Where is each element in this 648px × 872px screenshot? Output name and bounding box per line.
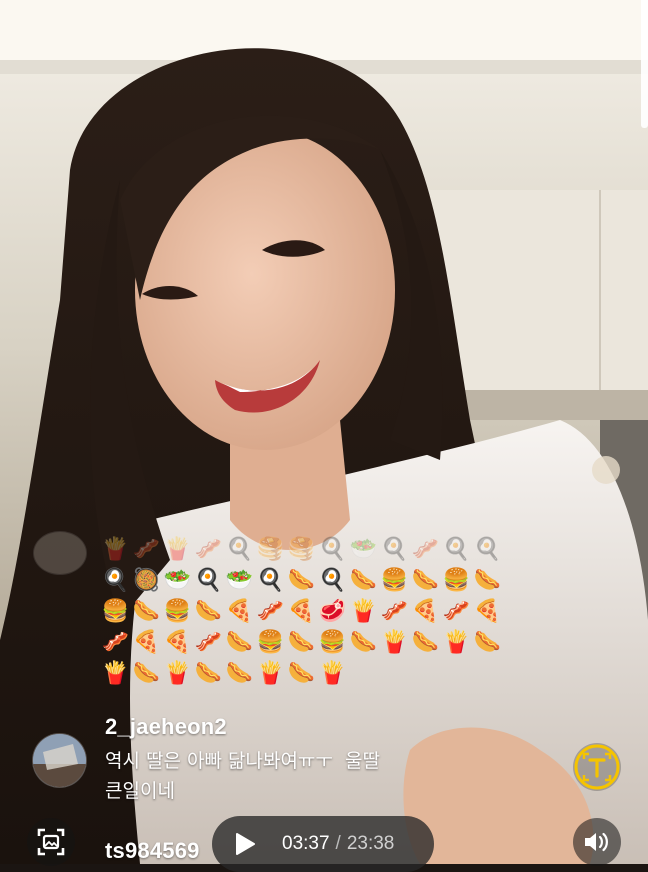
- reaction-emoji: 🌭: [349, 567, 378, 593]
- emoji-row: 🍳 🥘 🥗 🍳 🥗 🍳 🌭 🍳 🌭 🍔 🌭 🍔 🌭: [100, 565, 520, 596]
- reaction-emoji: 🥞: [256, 536, 285, 562]
- text-translate-icon: [574, 744, 620, 790]
- reaction-emoji: 🥗: [349, 536, 378, 562]
- reaction-emoji: 🍳: [225, 536, 254, 562]
- reaction-emoji: 🥞: [287, 536, 316, 562]
- reaction-emoji: 🌭: [225, 629, 254, 655]
- reaction-emoji: 🥓: [442, 598, 471, 624]
- reaction-emoji: 🍟: [101, 660, 130, 686]
- reaction-emoji: 🥗: [163, 567, 192, 593]
- time-separator: /: [335, 833, 341, 854]
- avatar[interactable]: [34, 532, 86, 574]
- speaker-icon: [585, 832, 608, 852]
- live-video-frame: [0, 0, 648, 864]
- reaction-emoji: 🍳: [473, 536, 502, 562]
- reaction-emoji: 🍔: [442, 567, 471, 593]
- emoji-row: 🍟 🥓 🍟 🥓 🍳 🥞 🥞 🍳 🥗 🍳 🥓 🍳 🍳: [100, 534, 520, 565]
- reaction-emoji: 🍔: [256, 629, 285, 655]
- reaction-emoji: 🌭: [225, 660, 254, 686]
- current-time: 03:37: [282, 833, 330, 854]
- reaction-emoji: 🥓: [380, 598, 409, 624]
- reaction-emoji: 🥓: [256, 598, 285, 624]
- volume-button[interactable]: [573, 818, 621, 866]
- emoji-row: 🍔 🌭 🍔 🌭 🍕 🥓 🍕 🥩 🍟 🥓 🍕 🥓 🍕: [100, 596, 520, 627]
- reaction-emoji: 🍳: [101, 567, 130, 593]
- reaction-emoji: 🍳: [318, 567, 347, 593]
- reaction-emoji: 🥓: [101, 629, 130, 655]
- reaction-emoji: 🍔: [101, 598, 130, 624]
- reaction-emoji: 🌭: [287, 567, 316, 593]
- reaction-emoji: 🌭: [411, 629, 440, 655]
- reaction-emoji: 🍟: [318, 660, 347, 686]
- reaction-emoji: 🍳: [194, 567, 223, 593]
- reaction-emoji: 🍟: [380, 629, 409, 655]
- reaction-emoji: 🥓: [194, 536, 223, 562]
- comment-username[interactable]: ts984569: [105, 838, 200, 864]
- reaction-emoji: 🍳: [318, 536, 347, 562]
- comment-text: 역시 딸은 아빠 닮나봐여ㅠㅜ 울딸 큰일이네: [105, 750, 380, 802]
- reaction-emoji: 🥓: [411, 536, 440, 562]
- avatar[interactable]: [33, 734, 86, 787]
- total-duration: 23:38: [346, 833, 395, 854]
- reaction-emoji: 🍟: [349, 598, 378, 624]
- reaction-emoji: 🌭: [287, 629, 316, 655]
- reaction-emoji: 🌭: [411, 567, 440, 593]
- reaction-emoji: 🌭: [287, 660, 316, 686]
- reaction-emoji: 🍳: [442, 536, 471, 562]
- emoji-row: 🍟 🌭 🍟 🌭 🌭 🍟 🌭 🍟: [100, 658, 520, 689]
- emoji-row: 🥓 🍕 🍕 🥓 🌭 🍔 🌭 🍔 🌭 🍟 🌭 🍟 🌭: [100, 627, 520, 658]
- reaction-emoji: 🍟: [163, 536, 192, 562]
- reaction-emoji: 🥓: [132, 536, 161, 562]
- reaction-emoji: 🥘: [132, 567, 161, 593]
- reaction-emoji: 🥗: [225, 567, 254, 593]
- reaction-emoji: 🍕: [287, 598, 316, 624]
- comment-username[interactable]: 2_jaeheon2: [105, 714, 227, 740]
- play-icon: [236, 833, 255, 855]
- reaction-emoji: 🍔: [163, 598, 192, 624]
- reaction-emoji: 🍳: [380, 536, 409, 562]
- reaction-emoji: 🍕: [132, 629, 161, 655]
- reaction-emoji: 🍟: [442, 629, 471, 655]
- reaction-emoji: 🍕: [225, 598, 254, 624]
- reaction-emoji: 🍔: [380, 567, 409, 593]
- reaction-emoji: 🍳: [256, 567, 285, 593]
- reaction-emoji: 🌭: [194, 598, 223, 624]
- reaction-emoji: 🍕: [473, 598, 502, 624]
- reaction-emoji: 🥓: [194, 629, 223, 655]
- reaction-emoji: 🌭: [473, 567, 502, 593]
- reaction-emoji: 🍟: [163, 660, 192, 686]
- reaction-emoji: 🍟: [256, 660, 285, 686]
- reaction-emoji: 🌭: [132, 598, 161, 624]
- photo-capture-button[interactable]: [27, 818, 75, 866]
- reaction-emoji: 🥩: [318, 598, 347, 624]
- translate-button[interactable]: [573, 743, 621, 791]
- reaction-emoji: 🌭: [349, 629, 378, 655]
- reaction-emoji: 🍟: [101, 536, 130, 562]
- reaction-emoji: 🍕: [163, 629, 192, 655]
- scroll-indicator: [641, 0, 648, 128]
- reaction-emoji: 🌭: [473, 629, 502, 655]
- avatar-image: [33, 734, 86, 787]
- reaction-emoji: 🍔: [318, 629, 347, 655]
- play-button[interactable]: [234, 831, 260, 857]
- photo-capture-icon: [37, 828, 65, 856]
- playback-time: 03:37/23:38: [282, 833, 394, 855]
- reaction-emoji: 🌭: [194, 660, 223, 686]
- emoji-reaction-wall: 🍟 🥓 🍟 🥓 🍳 🥞 🥞 🍳 🥗 🍳 🥓 🍳 🍳 🍳 🥘 🥗 🍳 🥗 🍳 🌭 🍳 🌭 🍔 🌭 🍔 🌭 🍔 🌭 🍔 🌭 🍕 🥓 🍕 🥩 🍟 🥓 🍕 🥓 🍕 🥓…: [100, 534, 520, 689]
- reaction-emoji: 🍕: [411, 598, 440, 624]
- reaction-emoji: 🌭: [132, 660, 161, 686]
